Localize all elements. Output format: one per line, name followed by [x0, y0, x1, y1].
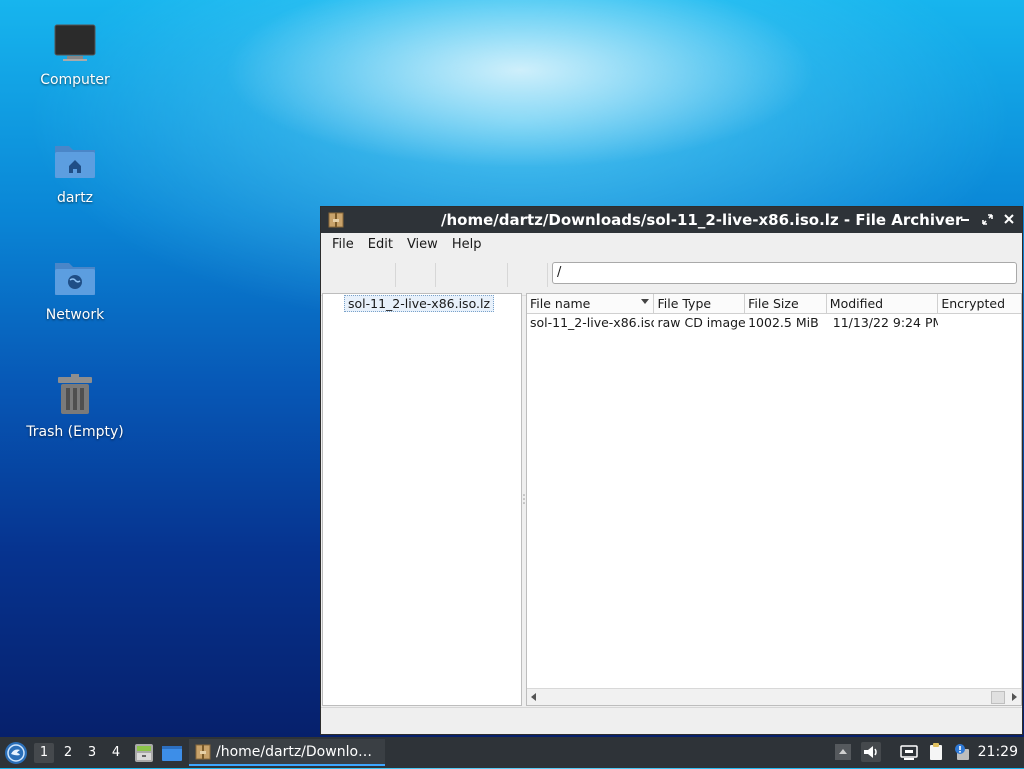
column-modified[interactable]: Modified	[827, 294, 939, 313]
toolbar-button-2[interactable]	[397, 263, 436, 287]
column-encrypted[interactable]: Encrypted	[938, 294, 1021, 313]
tree-item-archive[interactable]: sol-11_2-live-x86.iso.lz	[344, 295, 495, 312]
desktop-icon-label: Computer	[40, 72, 110, 88]
cell-file-name: sol-11_2-live-x86.iso	[530, 315, 655, 330]
archive-app-icon	[195, 744, 211, 760]
desktop-icon-network[interactable]: Network	[15, 257, 135, 323]
applications-menu-button[interactable]	[4, 741, 28, 765]
taskbar-window-label: /home/dartz/Downlo…	[216, 744, 373, 760]
taskbar: 1 2 3 4 /home/dartz/Downlo… 21:29	[0, 737, 1024, 768]
network-status-button[interactable]	[899, 742, 919, 762]
desktop-icon-label: dartz	[56, 190, 94, 206]
clock[interactable]: 21:29	[978, 744, 1018, 760]
speaker-icon	[864, 746, 877, 758]
updates-button[interactable]	[952, 742, 972, 762]
desktop-icon-label: Network	[45, 307, 105, 323]
horizontal-scrollbar[interactable]	[527, 688, 1021, 705]
statusbar	[321, 707, 1022, 734]
file-manager-launcher[interactable]	[133, 742, 155, 764]
sort-desc-icon	[641, 299, 650, 304]
column-file-size[interactable]: File Size	[745, 294, 827, 313]
cell-file-type: raw CD image	[657, 315, 746, 330]
menu-file[interactable]: File	[325, 237, 361, 252]
menu-help[interactable]: Help	[445, 237, 489, 252]
maximize-button[interactable]	[980, 211, 994, 227]
info-notification-icon	[955, 744, 969, 760]
desktop-icon	[162, 746, 182, 761]
column-file-type[interactable]: File Type	[654, 294, 746, 313]
desktop-icon-trash[interactable]: Trash (Empty)	[15, 374, 135, 440]
show-desktop-launcher[interactable]	[161, 742, 183, 764]
cell-modified: 11/13/22 9:24 PM	[832, 315, 939, 330]
clipboard-icon	[930, 743, 942, 760]
toolbar-button-4[interactable]	[509, 263, 548, 287]
trash-icon	[53, 374, 97, 418]
scrollbar-thumb[interactable]	[991, 691, 1005, 704]
table-row[interactable]: sol-11_2-live-x86.iso raw CD image 1002.…	[527, 314, 1021, 331]
folder-tree[interactable]: sol-11_2-live-x86.iso.lz	[322, 293, 522, 706]
location-input[interactable]: /	[552, 262, 1017, 284]
desktop-icon-home[interactable]: dartz	[15, 140, 135, 206]
network-folder-icon	[53, 257, 97, 301]
app-menu-icon	[5, 742, 27, 764]
minimize-button[interactable]	[958, 211, 972, 227]
toolbar-button-3[interactable]	[437, 263, 508, 287]
cell-file-size: 1002.5 MiB	[748, 315, 819, 330]
menu-edit[interactable]: Edit	[361, 237, 400, 252]
workspace-1[interactable]: 1	[34, 743, 54, 763]
toolbar-button-1[interactable]	[327, 263, 396, 287]
arrow-up-icon	[835, 744, 851, 760]
column-file-name[interactable]: File name	[527, 294, 655, 313]
window-title: /home/dartz/Downloads/sol-11_2-live-x86.…	[441, 211, 963, 229]
computer-icon	[53, 22, 97, 66]
window-titlebar[interactable]: /home/dartz/Downloads/sol-11_2-live-x86.…	[321, 207, 1022, 233]
workspace-3[interactable]: 3	[82, 743, 102, 763]
workspace-2[interactable]: 2	[58, 743, 78, 763]
wired-network-icon	[900, 745, 918, 760]
volume-button[interactable]	[861, 742, 881, 762]
menubar: File Edit View Help	[321, 233, 1022, 255]
file-archiver-window: /home/dartz/Downloads/sol-11_2-live-x86.…	[320, 206, 1023, 735]
menu-view[interactable]: View	[400, 237, 445, 252]
scroll-left-icon[interactable]	[531, 693, 536, 701]
file-cabinet-icon	[135, 744, 153, 762]
close-button[interactable]	[1002, 211, 1016, 227]
cell-encrypted	[938, 314, 1021, 331]
desktop-icon-computer[interactable]: Computer	[15, 22, 135, 88]
tray-expand-button[interactable]	[833, 742, 853, 762]
workspace-4[interactable]: 4	[106, 743, 126, 763]
home-folder-icon	[53, 140, 97, 184]
file-list-header: File name File Type File Size Modified E…	[527, 294, 1021, 314]
taskbar-window-file-archiver[interactable]: /home/dartz/Downlo…	[189, 739, 385, 766]
file-list[interactable]: File name File Type File Size Modified E…	[526, 293, 1022, 706]
desktop-icon-label: Trash (Empty)	[26, 424, 124, 440]
scroll-right-icon[interactable]	[1012, 693, 1017, 701]
clipboard-button[interactable]	[926, 742, 946, 762]
toolbar: /	[321, 255, 1022, 296]
